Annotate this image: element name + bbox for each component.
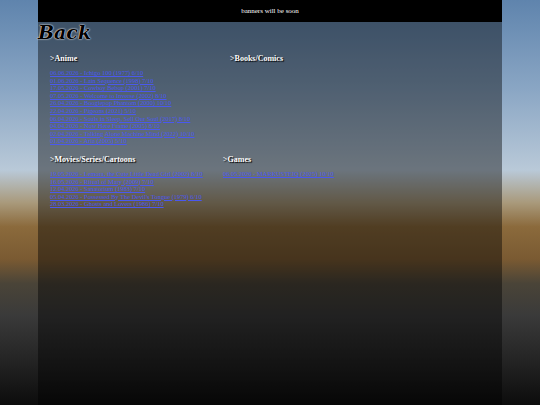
review-item: 05.04.2026 - Possessed By The Devil's To…	[50, 193, 230, 201]
review-item: 01.06.2026 - Lain Sequence (1998) 7/10	[50, 77, 230, 85]
review-link[interactable]: 06.06.2026 - Ichigo 100 (1977) 6/10	[50, 69, 143, 76]
review-list: 06.05.2026 - MARKUSTEIQ (2025) 10/10	[223, 170, 502, 178]
review-link[interactable]: 06.05.2026 - MARKUSTEIQ (2025) 10/10	[223, 170, 334, 177]
review-link[interactable]: 01.04.2026 - Aria (2005) 5/10	[50, 137, 127, 144]
review-link[interactable]: 07.05.2026 - Welcome to Inverse (2002) 8…	[50, 92, 167, 99]
review-item: 26.04.2026 - Boogiepop Phantom (2000) 10…	[50, 99, 230, 107]
review-link[interactable]: 19.05.2026 - Lemora, the Cute Little Dea…	[50, 170, 203, 177]
review-link[interactable]: 02.04.2026 - Talking Alone Machine Mind …	[50, 130, 194, 137]
review-item: 17.05.2026 - Cowboy Bebop (2001) 7/10	[50, 84, 230, 92]
review-item: 19.05.2026 - Lemora, the Cute Little Dea…	[50, 170, 230, 178]
content-column: banners will be soon Back >Anime 06.06.20…	[38, 0, 502, 405]
section-title: >Anime	[50, 54, 230, 63]
review-link[interactable]: 28.03.2026 - Ghosts and Lovers (1986) 7/…	[50, 200, 164, 207]
review-link[interactable]: 22.04.2026 - Pigeons (2021) 5/10	[50, 107, 136, 114]
review-item: 16.05.2026 - Ritual of Mary (2009) 7/10	[50, 178, 230, 186]
section: >Books/Comics	[230, 54, 502, 145]
review-item: 06.04.2026 - Souls in Sleep, Sell Our So…	[50, 115, 230, 123]
review-link[interactable]: 06.04.2026 - Souls in Sleep, Sell Our So…	[50, 115, 190, 122]
review-item: 28.03.2026 - Ghosts and Lovers (1986) 7/…	[50, 200, 230, 208]
review-item: 06.06.2026 - Ichigo 100 (1977) 6/10	[50, 69, 230, 77]
section: >Anime 06.06.2026 - Ichigo 100 (1977) 6/1…	[50, 54, 230, 145]
banner-text: banners will be soon	[241, 7, 299, 15]
review-link[interactable]: 16.05.2026 - Ritual of Mary (2009) 7/10	[50, 178, 154, 185]
review-item: 07.05.2026 - Welcome to Inverse (2002) 8…	[50, 92, 230, 100]
review-list: 06.06.2026 - Ichigo 100 (1977) 6/1001.06…	[50, 69, 230, 145]
back-text[interactable]: Back	[38, 21, 91, 43]
review-item: 02.04.2026 - Talking Alone Machine Mind …	[50, 130, 230, 138]
section-grid: >Anime 06.06.2026 - Ichigo 100 (1977) 6/1…	[38, 42, 502, 208]
review-link[interactable]: 01.06.2026 - Lain Sequence (1998) 7/10	[50, 77, 153, 84]
section-title: >Games	[223, 155, 502, 164]
review-link[interactable]: 12.04.2026 - Sanatorium (1983) 7/10	[50, 185, 145, 192]
review-item: 22.04.2026 - Pigeons (2021) 5/10	[50, 107, 230, 115]
review-item: 04.04.2026 - Now Here Frame (2005) 8/10	[50, 122, 230, 130]
review-item: 12.04.2026 - Sanatorium (1983) 7/10	[50, 185, 230, 193]
review-link[interactable]: 04.04.2026 - Now Here Frame (2005) 8/10	[50, 122, 160, 129]
review-list: 19.05.2026 - Lemora, the Cute Little Dea…	[50, 170, 230, 208]
section: >Movies/Series/Cartoons 19.05.2026 - Lemo…	[50, 155, 230, 208]
banner: banners will be soon	[38, 0, 502, 22]
review-item: 01.04.2026 - Aria (2005) 5/10	[50, 137, 230, 145]
review-link[interactable]: 26.04.2026 - Boogiepop Phantom (2000) 10…	[50, 99, 171, 106]
section-title: >Movies/Series/Cartoons	[50, 155, 230, 164]
section: >Games 06.05.2026 - MARKUSTEIQ (2025) 10/…	[223, 155, 502, 208]
section-title: >Books/Comics	[230, 54, 502, 63]
review-item: 06.05.2026 - MARKUSTEIQ (2025) 10/10	[223, 170, 502, 178]
review-link[interactable]: 05.04.2026 - Possessed By The Devil's To…	[50, 193, 202, 200]
review-link[interactable]: 17.05.2026 - Cowboy Bebop (2001) 7/10	[50, 84, 156, 91]
back-link[interactable]: Back	[38, 22, 502, 42]
